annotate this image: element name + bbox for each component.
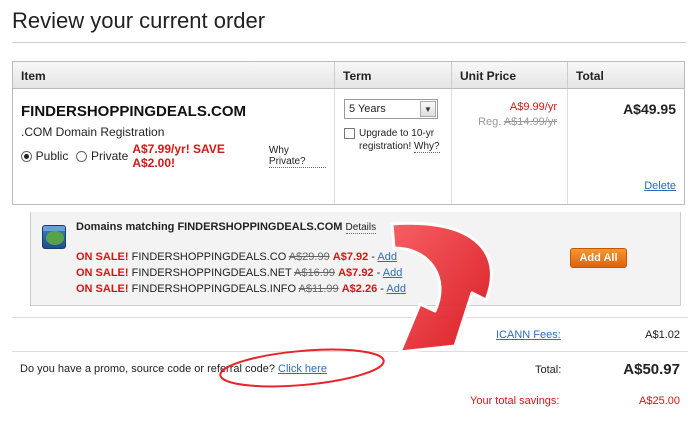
table-header: Item Term Unit Price Total (13, 62, 684, 89)
promo-click-here-link[interactable]: Click here (278, 363, 327, 375)
matches-title: Domains matching FINDERSHOPPINGDEALS.COM… (76, 221, 377, 234)
onsale-label: ON SALE! (76, 251, 129, 263)
sale-price: A$9.99/yr (509, 101, 557, 113)
header-term: Term (335, 62, 452, 88)
item-cell: FINDERSHOPPINGDEALS.COM .COM Domain Regi… (13, 89, 335, 204)
list-item: ON SALE! FINDERSHOPPINGDEALS.NET A$16.99… (76, 267, 403, 279)
matches-list: ON SALE! FINDERSHOPPINGDEALS.CO A$29.99 … (76, 249, 406, 297)
icann-fees-link[interactable]: ICANN Fees: (496, 329, 561, 341)
match-old-price: A$16.99 (294, 267, 336, 279)
onsale-label: ON SALE! (76, 283, 129, 295)
match-domain: FINDERSHOPPINGDEALS.NET (131, 267, 292, 279)
title-divider (12, 42, 686, 43)
header-unit-price: Unit Price (452, 62, 568, 88)
delete-link[interactable]: Delete (644, 180, 676, 192)
why-private-link[interactable]: Why Private? (268, 145, 326, 168)
privacy-options: Public Private A$7.99/yr! SAVE A$2.00! W… (21, 142, 326, 170)
icann-fees-value: A$1.02 (645, 329, 680, 341)
summary-divider (12, 351, 688, 352)
list-item: ON SALE! FINDERSHOPPINGDEALS.INFO A$11.9… (76, 283, 406, 295)
match-old-price: A$29.99 (288, 251, 330, 263)
upgrade-option: Upgrade to 10-yr registration! Why? (344, 127, 442, 153)
total-cell: A$49.95 Delete (568, 89, 684, 204)
promo-prompt: Do you have a promo, source code or refe… (20, 363, 327, 375)
add-button[interactable]: Add (386, 283, 406, 295)
matches-title-text: Domains matching FINDERSHOPPINGDEALS.COM (76, 221, 343, 233)
order-table: Item Term Unit Price Total FINDERSHOPPIN… (12, 61, 685, 205)
table-row: FINDERSHOPPINGDEALS.COM .COM Domain Regi… (13, 89, 684, 204)
globe-icon (42, 225, 66, 249)
add-all-button[interactable]: Add All (570, 248, 627, 268)
add-button[interactable]: Add (377, 251, 397, 263)
page-title: Review your current order (12, 8, 266, 33)
match-new-price: A$7.92 (338, 267, 374, 279)
list-item: ON SALE! FINDERSHOPPINGDEALS.CO A$29.99 … (76, 251, 397, 263)
match-new-price: A$2.26 (341, 283, 378, 295)
upgrade-checkbox[interactable] (344, 128, 355, 139)
term-select[interactable]: 5 Years ▼ (344, 99, 438, 119)
public-label: Public (35, 149, 69, 163)
add-button[interactable]: Add (383, 267, 403, 279)
public-radio[interactable] (21, 150, 32, 162)
total-label: Total: (535, 364, 562, 376)
private-radio[interactable] (76, 150, 87, 162)
reg-label: Reg. (478, 116, 502, 128)
private-label: Private (90, 149, 129, 163)
matching-domains-panel: Domains matching FINDERSHOPPINGDEALS.COM… (30, 212, 681, 306)
match-domain: FINDERSHOPPINGDEALS.INFO (131, 283, 297, 295)
match-new-price: A$7.92 (332, 251, 369, 263)
chevron-down-icon[interactable]: ▼ (420, 101, 436, 117)
term-cell: 5 Years ▼ Upgrade to 10-yr registration!… (335, 89, 452, 204)
savings-value: A$25.00 (639, 395, 680, 407)
reg-price-value: A$14.99/yr (503, 116, 557, 128)
details-link[interactable]: Details (345, 222, 377, 234)
upgrade-why-link[interactable]: Why? (414, 141, 440, 153)
match-old-price: A$11.99 (298, 283, 339, 295)
order-total: A$50.97 (623, 361, 680, 378)
header-total: Total (576, 69, 604, 83)
onsale-label: ON SALE! (76, 267, 129, 279)
regular-price: Reg. A$14.99/yr (462, 116, 557, 128)
header-item: Item (13, 62, 335, 88)
row-total: A$49.95 (623, 101, 676, 117)
private-offer: A$7.99/yr! SAVE A$2.00! (132, 142, 225, 170)
price-cell: A$9.99/yr Reg. A$14.99/yr (452, 89, 568, 204)
savings-label: Your total savings: (470, 395, 560, 407)
summary-divider (12, 317, 688, 318)
promo-text: Do you have a promo, source code or refe… (20, 363, 275, 375)
term-select-value: 5 Years (349, 103, 386, 115)
domain-name: FINDERSHOPPINGDEALS.COM (21, 103, 247, 120)
match-domain: FINDERSHOPPINGDEALS.CO (131, 251, 287, 263)
domain-type: .COM Domain Registration (21, 125, 165, 139)
